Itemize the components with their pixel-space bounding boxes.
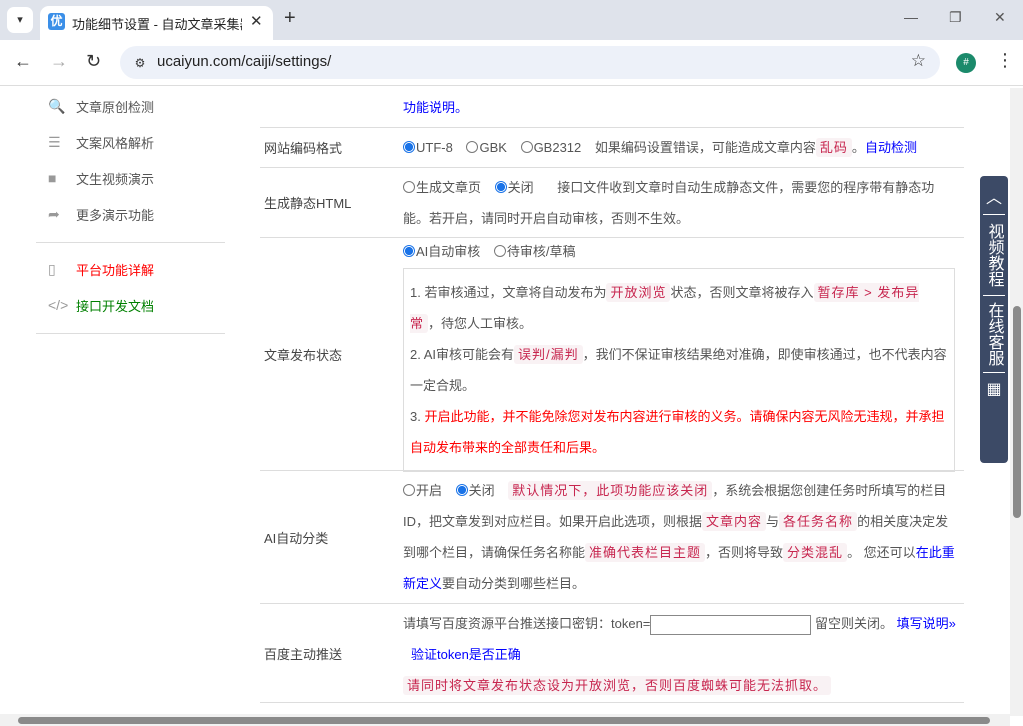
sidebar-item[interactable]: ■ 文生视频演示 bbox=[36, 160, 225, 196]
qrcode-icon[interactable]: ▦ bbox=[980, 373, 1008, 405]
row-label: 文章发布状态 bbox=[264, 347, 343, 363]
share-arrow-icon: ➦ bbox=[48, 205, 60, 222]
sidebar-item-label: 接口开发文档 bbox=[76, 298, 155, 314]
url-text[interactable]: ucaiyun.com/caiji/settings/ bbox=[157, 53, 331, 70]
radio-pending-draft[interactable]: 待审核/草稿 bbox=[493, 244, 576, 259]
row-label: AI自动分类 bbox=[264, 530, 329, 546]
row-label: 生成静态HTML bbox=[264, 196, 352, 211]
radio-generate-page[interactable]: 生成文章页 bbox=[403, 180, 481, 195]
row-label: 百度主动推送 bbox=[264, 646, 343, 662]
row-intro: 功能说明。 bbox=[260, 88, 964, 128]
document-icon: ▯ bbox=[48, 260, 56, 277]
site-info-icon[interactable]: ⚙ bbox=[130, 53, 150, 73]
video-camera-icon: ■ bbox=[48, 170, 57, 186]
radio-off[interactable]: 关闭 bbox=[455, 483, 495, 498]
sidebar-item-label: 更多演示功能 bbox=[76, 207, 155, 223]
vertical-scrollbar[interactable] bbox=[1010, 88, 1023, 716]
sidebar-item[interactable]: </> 接口开发文档 bbox=[36, 287, 225, 323]
tab-title: 功能细节设置 - 自动文章采集器 bbox=[72, 17, 242, 32]
minimize-button[interactable]: — bbox=[904, 9, 918, 25]
tab-search-button[interactable]: ▾ bbox=[7, 7, 33, 33]
radio-utf8[interactable]: UTF-8 bbox=[403, 140, 453, 155]
sidebar-item[interactable]: ➦ 更多演示功能 bbox=[36, 196, 225, 232]
code-icon: </> bbox=[48, 297, 69, 313]
address-bar[interactable]: ⚙ ucaiyun.com/caiji/settings/ ☆ bbox=[120, 46, 940, 79]
sidebar-item-label: 平台功能详解 bbox=[76, 262, 155, 278]
video-tutorial-button[interactable]: 视频教程 bbox=[985, 215, 1004, 295]
radio-ai-review[interactable]: AI自动审核 bbox=[403, 244, 480, 259]
radio-close[interactable]: 关闭 bbox=[494, 180, 534, 195]
divider bbox=[36, 333, 225, 334]
tab-active[interactable]: 优 功能细节设置 - 自动文章采集器 ✕ bbox=[40, 6, 273, 40]
radio-on[interactable]: 开启 bbox=[403, 483, 442, 498]
notice-3: 3. 开启此功能，并不能免除您对发布内容进行审核的义务。请确保内容无风险无违规，… bbox=[410, 409, 945, 455]
radio-gbk[interactable]: GBK bbox=[466, 140, 507, 155]
notice-2: 2. AI审核可能会有 误判/漏判 ，我们不保证审核结果绝对准确，即使审核通过，也不… bbox=[410, 345, 947, 393]
horizontal-scrollbar[interactable] bbox=[0, 714, 1010, 726]
sidebar-item-label: 文案风格解析 bbox=[76, 135, 155, 151]
search-icon: 🔍 bbox=[48, 97, 66, 114]
text: 留空则关闭。 bbox=[815, 616, 894, 631]
row-ai-category: AI自动分类 开启 关闭 默认情况下，此项功能应该关闭 ，系统会根据您创建任务时所… bbox=[260, 471, 964, 604]
settings-table: 功能说明。 网站编码格式 UTF-8 GBK GB2312 如果编码设置错误，可… bbox=[260, 88, 964, 703]
close-tab-icon[interactable]: ✕ bbox=[250, 12, 263, 30]
token-input[interactable] bbox=[650, 614, 812, 635]
menu-icon[interactable]: ⋮ bbox=[996, 50, 1014, 71]
auto-detect-link[interactable]: 自动检测 bbox=[865, 140, 917, 155]
back-button[interactable]: ← bbox=[14, 51, 32, 72]
back-to-top-button[interactable]: ︿ bbox=[980, 176, 1008, 214]
fill-guide-link[interactable]: 填写说明» bbox=[897, 616, 956, 631]
feature-desc-link[interactable]: 功能说明。 bbox=[403, 100, 468, 115]
divider bbox=[36, 242, 225, 243]
restore-button[interactable]: ❐ bbox=[949, 9, 962, 26]
reload-button[interactable]: ↻ bbox=[86, 51, 101, 72]
sidebar-item-label: 文章原创检测 bbox=[76, 99, 155, 115]
text: 。 bbox=[851, 140, 865, 155]
new-tab-button[interactable]: + bbox=[284, 7, 296, 30]
text: 要自动分类到哪些栏目。 bbox=[442, 576, 586, 591]
sidebar-item[interactable]: ☰ 文案风格解析 bbox=[36, 124, 225, 160]
sidebar-item[interactable]: ▯ 平台功能详解 bbox=[36, 251, 225, 287]
sidebar-item[interactable]: 🔍 文章原创检测 bbox=[36, 88, 225, 124]
forward-button[interactable]: → bbox=[50, 51, 68, 72]
sidebar: 🔍 文章原创检测 ☰ 文案风格解析 ■ 文生视频演示 ➦ 更多演示功能 ▯ 平台功能详解 </> 接口… bbox=[36, 88, 225, 342]
online-service-button[interactable]: 在线客服 bbox=[985, 296, 1004, 372]
verify-token-link[interactable]: 验证token是否正确 bbox=[411, 647, 521, 662]
code-tag: 乱码 bbox=[815, 138, 852, 157]
baidu-warning: 请同时将文章发布状态设为开放浏览，否则百度蜘蛛可能无法抓取。 bbox=[403, 676, 832, 695]
notice-1: 1. 若审核通过，文章将自动发布为 开放浏览 状态，否则文章将被存入 暂存库 > 发布… bbox=[410, 283, 920, 333]
bookmark-star-icon[interactable]: ☆ bbox=[911, 51, 926, 71]
row-encoding: 网站编码格式 UTF-8 GBK GB2312 如果编码设置错误，可能造成文章内… bbox=[260, 128, 964, 168]
tab-bar: ▾ 优 功能细节设置 - 自动文章采集器 ✕ + — ❐ ✕ bbox=[0, 0, 1023, 40]
radio-gb2312[interactable]: GB2312 bbox=[520, 140, 581, 155]
encoding-hint: 如果编码设置错误，可能造成文章内容 bbox=[594, 140, 816, 155]
sidebar-item-label: 文生视频演示 bbox=[76, 171, 155, 187]
token-label: 请填写百度资源平台推送接口密钥：token= bbox=[403, 616, 651, 631]
row-baidu-push: 百度主动推送 请填写百度资源平台推送接口密钥：token= 留空则关闭。 填写说… bbox=[260, 604, 964, 703]
favicon-icon: 优 bbox=[48, 13, 65, 30]
row-static-html: 生成静态HTML 生成文章页 关闭 接口文件收到文章时自动生成静态文件，需要您的… bbox=[260, 168, 964, 238]
notice-box: 1. 若审核通过，文章将自动发布为 开放浏览 状态，否则文章将被存入 暂存库 > 发布… bbox=[403, 268, 955, 472]
row-label: 网站编码格式 bbox=[264, 141, 343, 156]
profile-avatar[interactable]: # bbox=[956, 53, 976, 73]
static-hint: 接口文件收到文章时自动生成静态文件，需要您的程序带有静态功能。若开启，请同时开启… bbox=[403, 180, 935, 226]
close-window-button[interactable]: ✕ bbox=[994, 9, 1006, 26]
list-ordered-icon: ☰ bbox=[48, 133, 61, 150]
floating-panel: ︿ 视频教程 在线客服 ▦ bbox=[980, 176, 1008, 463]
row-publish-status: 文章发布状态 AI自动审核 待审核/草稿 1. 若审核通过，文章将自动发布为 开放… bbox=[260, 238, 964, 472]
browser-toolbar: ← → ↻ ⚙ ucaiyun.com/caiji/settings/ ☆ # … bbox=[0, 40, 1023, 86]
